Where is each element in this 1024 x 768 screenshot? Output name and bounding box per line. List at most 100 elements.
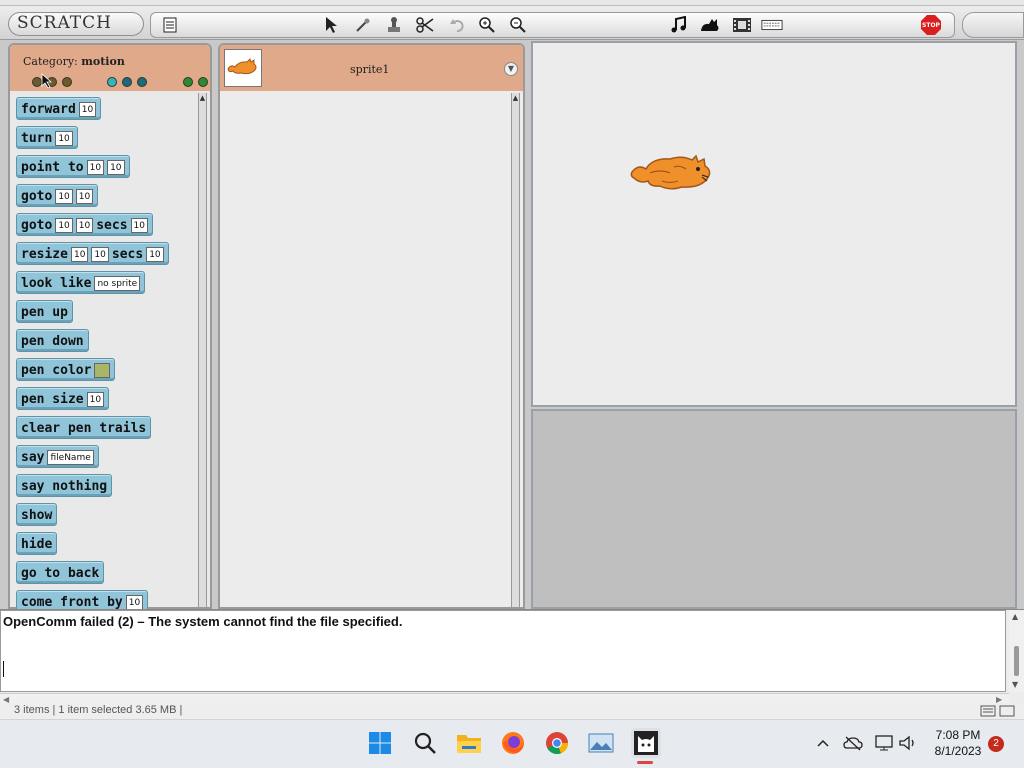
console-vertical-scrollbar[interactable]: ▲ ▼ [1009,610,1024,692]
scratch-cat-icon[interactable] [631,728,661,758]
arrow-cursor-icon[interactable] [320,14,342,36]
volume-icon[interactable] [895,730,921,756]
view-toggle-pill[interactable] [962,12,1024,38]
block-argument-slot[interactable]: 10 [75,218,94,233]
category-selector-dot[interactable] [62,77,72,87]
block-label: go to back [21,566,100,581]
cat-sprite[interactable] [630,151,714,193]
zoom-out-icon[interactable] [507,14,529,36]
block-argument-slot[interactable]: no sprite [94,276,141,291]
block-argument-slot[interactable]: 10 [70,247,89,262]
block-argument-slot[interactable]: 10 [130,218,148,233]
sprite-thumbnail[interactable] [224,49,262,87]
view-toggle-icon[interactable] [980,705,1016,717]
magic-wand-icon[interactable] [352,14,374,36]
mouse-cursor-icon [41,73,53,89]
block-label: say nothing [21,479,108,494]
palette-scrollbar[interactable]: ▲ [198,93,207,607]
motion-block[interactable]: look like no sprite [16,271,146,294]
block-argument-slot[interactable]: 10 [107,160,125,175]
block-argument-slot[interactable]: 10 [55,189,73,204]
motion-block[interactable]: pen size 10 [16,387,110,410]
block-argument-slot[interactable]: 10 [91,247,109,262]
notification-badge[interactable]: 2 [988,736,1004,752]
file-explorer-icon[interactable] [456,730,482,756]
search-icon[interactable] [412,730,438,756]
block-argument-slot[interactable]: 10 [55,218,73,233]
sprite-name[interactable]: sprite1 [350,63,389,76]
motion-block[interactable]: hide [16,532,58,555]
block-label: look like [21,276,92,291]
cloud-off-icon[interactable] [840,730,866,756]
motion-block[interactable]: clear pen trails [16,416,152,439]
motion-block[interactable]: pen down [16,329,89,352]
category-selector-dot[interactable] [122,77,132,87]
motion-block[interactable]: say fileName [16,445,99,468]
script-scrollbar[interactable]: ▲ [511,93,520,607]
stamp-icon[interactable] [383,14,405,36]
category-value: motion [81,55,125,68]
motion-block[interactable]: resize 10 10 secs 10 [16,242,169,265]
category-selector-dot[interactable] [137,77,147,87]
motion-block[interactable]: say nothing [16,474,113,497]
scroll-up-icon[interactable]: ▲ [512,93,519,103]
film-icon[interactable] [731,14,753,36]
stage[interactable] [531,41,1017,407]
sprite-script-panel: sprite1 ▼ ▲ [218,43,525,609]
firefox-icon[interactable] [500,730,526,756]
block-label: come front by [21,595,123,610]
block-argument-slot[interactable]: 10 [125,595,144,610]
block-argument-slot[interactable]: 10 [75,189,94,204]
cat-icon[interactable] [699,14,721,36]
menu-icon[interactable] [159,14,181,36]
scroll-up-icon[interactable]: ▲ [199,93,206,103]
block-argument-slot[interactable]: fileName [47,450,94,465]
console-output[interactable]: OpenComm failed (2) – The system cannot … [0,610,1006,692]
clock-date: 8/1/2023 [934,744,982,758]
logo-text: SCRATCH [17,13,112,33]
zoom-in-icon[interactable] [476,14,498,36]
motion-block[interactable]: go to back [16,561,105,584]
block-argument-slot[interactable]: 10 [86,392,105,407]
category-label: Category: motion [23,55,125,68]
console-message: OpenComm failed (2) – The system cannot … [3,614,403,629]
keyboard-icon[interactable] [761,14,783,36]
windows-start-icon[interactable] [367,730,393,756]
category-header: Category: motion [10,45,210,91]
scissors-icon[interactable] [414,14,436,36]
network-icon[interactable] [871,730,897,756]
category-selector-dot[interactable] [198,77,208,87]
scroll-up-icon[interactable]: ▲ [1012,612,1018,621]
motion-block[interactable]: pen up [16,300,73,323]
cat-sprite-thumbnail-icon [227,58,257,75]
motion-block[interactable]: point to 10 10 [16,155,130,178]
scroll-thumb[interactable] [1014,646,1019,676]
scratch-logo[interactable]: SCRATCH [8,12,144,36]
block-argument-slot[interactable]: 10 [78,102,97,117]
photos-icon[interactable] [588,730,614,756]
block-argument-slot[interactable]: 10 [146,247,164,262]
category-selector-dot[interactable] [107,77,117,87]
motion-block[interactable]: pen color [16,358,116,381]
color-swatch[interactable] [94,363,111,378]
block-label: pen size [21,392,84,407]
undo-icon[interactable] [446,14,468,36]
title-strip [0,0,1024,6]
block-argument-slot[interactable]: 10 [86,160,105,175]
scroll-down-icon[interactable]: ▼ [1012,680,1018,689]
motion-block[interactable]: goto 10 10 secs 10 [16,213,153,236]
explorer-status-bar: 3 items | 1 item selected 3.65 MB | [0,703,1024,719]
block-argument-slot[interactable]: 10 [55,131,73,146]
stop-button[interactable]: STOP [921,15,941,35]
chrome-icon[interactable] [544,730,570,756]
chevron-up-icon[interactable] [810,730,836,756]
category-selector-dot[interactable] [183,77,193,87]
motion-block[interactable]: show [16,503,58,526]
motion-block[interactable]: forward 10 [16,97,102,120]
sprite-menu-chevron-icon[interactable]: ▼ [504,62,518,76]
music-note-icon[interactable] [668,14,690,36]
motion-block[interactable]: turn 10 [16,126,78,149]
taskbar-clock[interactable]: 7:08 PM 8/1/2023 [920,727,996,759]
block-label: secs [111,247,144,262]
motion-block[interactable]: goto 10 10 [16,184,99,207]
